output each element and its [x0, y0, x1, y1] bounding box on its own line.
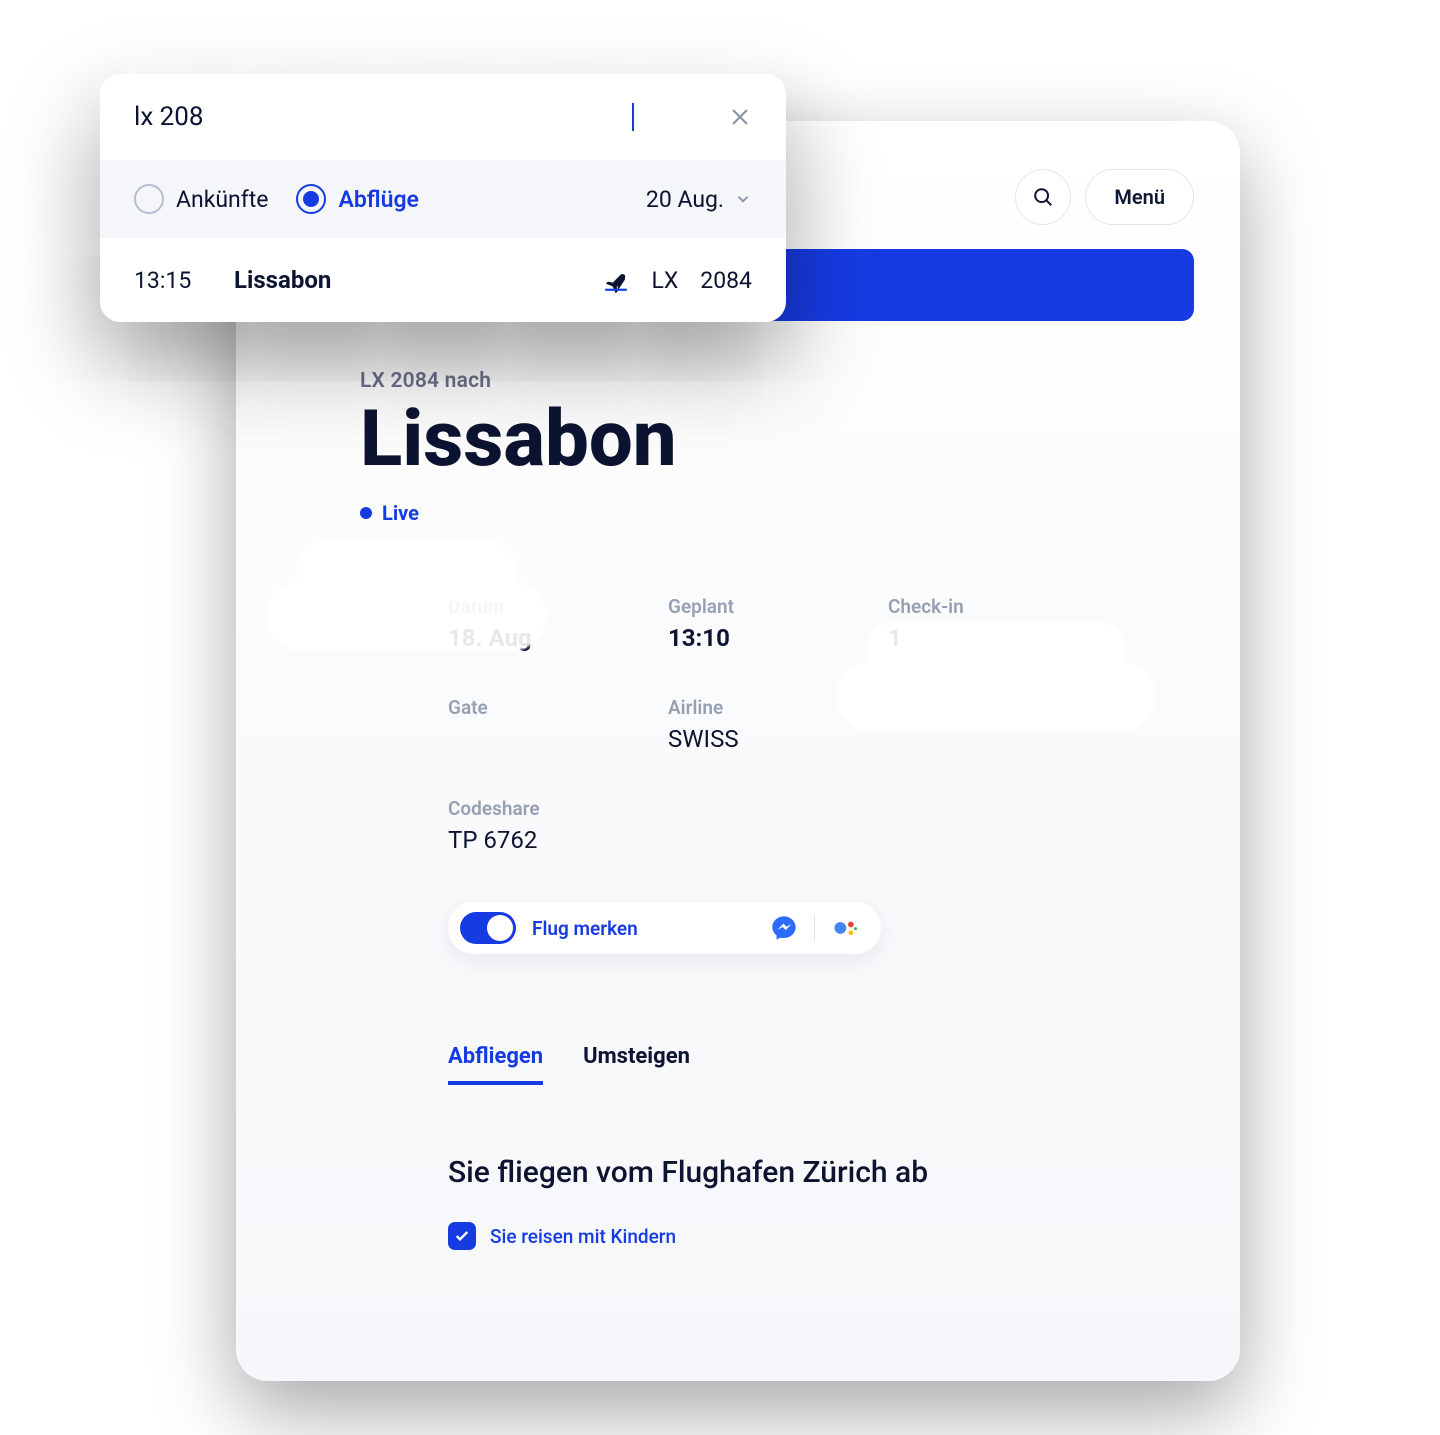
tabs-row: Abfliegen Umsteigen — [448, 1044, 1194, 1085]
detail-value: 13:10 — [668, 624, 888, 652]
result-airline: LX — [651, 267, 678, 294]
search-input-row — [100, 74, 786, 160]
cloud-decoration — [836, 661, 1156, 731]
remember-flight-label: Flug merken — [532, 917, 638, 940]
radio-departures[interactable]: Abflüge — [296, 184, 418, 214]
text-cursor — [632, 103, 634, 131]
menu-button[interactable]: Menü — [1085, 169, 1194, 225]
detail-label: Check-in — [888, 595, 1108, 618]
detail-planned: Geplant 13:10 — [668, 595, 888, 652]
radio-label: Abflüge — [338, 186, 418, 213]
flight-destination-title: Lissabon — [360, 401, 1194, 479]
flight-number-label: LX 2084 nach — [360, 369, 1194, 393]
action-pill: Flug merken — [448, 902, 881, 954]
radio-arrivals[interactable]: Ankünfte — [134, 184, 268, 214]
close-icon[interactable] — [728, 105, 752, 129]
search-popup: Ankünfte Abflüge 20 Aug. 13:15 Lissabon … — [100, 74, 786, 322]
detail-label: Codeshare — [448, 797, 668, 820]
search-result-row[interactable]: 13:15 Lissabon LX 2084 — [100, 238, 786, 322]
children-checkbox[interactable] — [448, 1222, 476, 1250]
result-destination: Lissabon — [234, 266, 573, 294]
radio-icon — [296, 184, 326, 214]
filter-row: Ankünfte Abflüge 20 Aug. — [100, 160, 786, 238]
search-icon — [1032, 186, 1054, 208]
search-input[interactable] — [134, 102, 634, 132]
radio-icon — [134, 184, 164, 214]
live-text: Live — [382, 501, 419, 525]
detail-label: Geplant — [668, 595, 888, 618]
google-assistant-icon[interactable] — [831, 914, 859, 942]
result-flight-number: 2084 — [700, 267, 752, 294]
live-indicator: Live — [360, 501, 1194, 525]
section-title: Sie fliegen vom Flughafen Zürich ab — [448, 1155, 1194, 1190]
tab-depart[interactable]: Abfliegen — [448, 1044, 543, 1085]
chevron-down-icon — [734, 190, 752, 208]
date-select-value: 20 Aug. — [646, 186, 724, 213]
plane-departure-icon — [603, 267, 629, 293]
messenger-icon[interactable] — [770, 914, 798, 942]
live-dot-icon — [360, 507, 372, 519]
divider — [814, 915, 815, 941]
children-checkbox-label: Sie reisen mit Kindern — [490, 1225, 676, 1248]
detail-value: TP 6762 — [448, 826, 668, 854]
detail-gate: Gate — [448, 696, 668, 753]
search-button[interactable] — [1015, 169, 1071, 225]
date-select[interactable]: 20 Aug. — [646, 186, 752, 213]
remember-flight-toggle[interactable] — [460, 912, 516, 944]
detail-label: Gate — [448, 696, 668, 719]
detail-value: SWISS — [668, 725, 888, 753]
result-time: 13:15 — [134, 267, 204, 294]
children-checkbox-row: Sie reisen mit Kindern — [448, 1222, 1194, 1250]
radio-label: Ankünfte — [176, 186, 268, 213]
check-icon — [454, 1228, 470, 1244]
tab-transfer[interactable]: Umsteigen — [583, 1044, 690, 1085]
detail-codeshare: Codeshare TP 6762 — [448, 797, 668, 854]
cloud-decoration — [266, 581, 546, 651]
